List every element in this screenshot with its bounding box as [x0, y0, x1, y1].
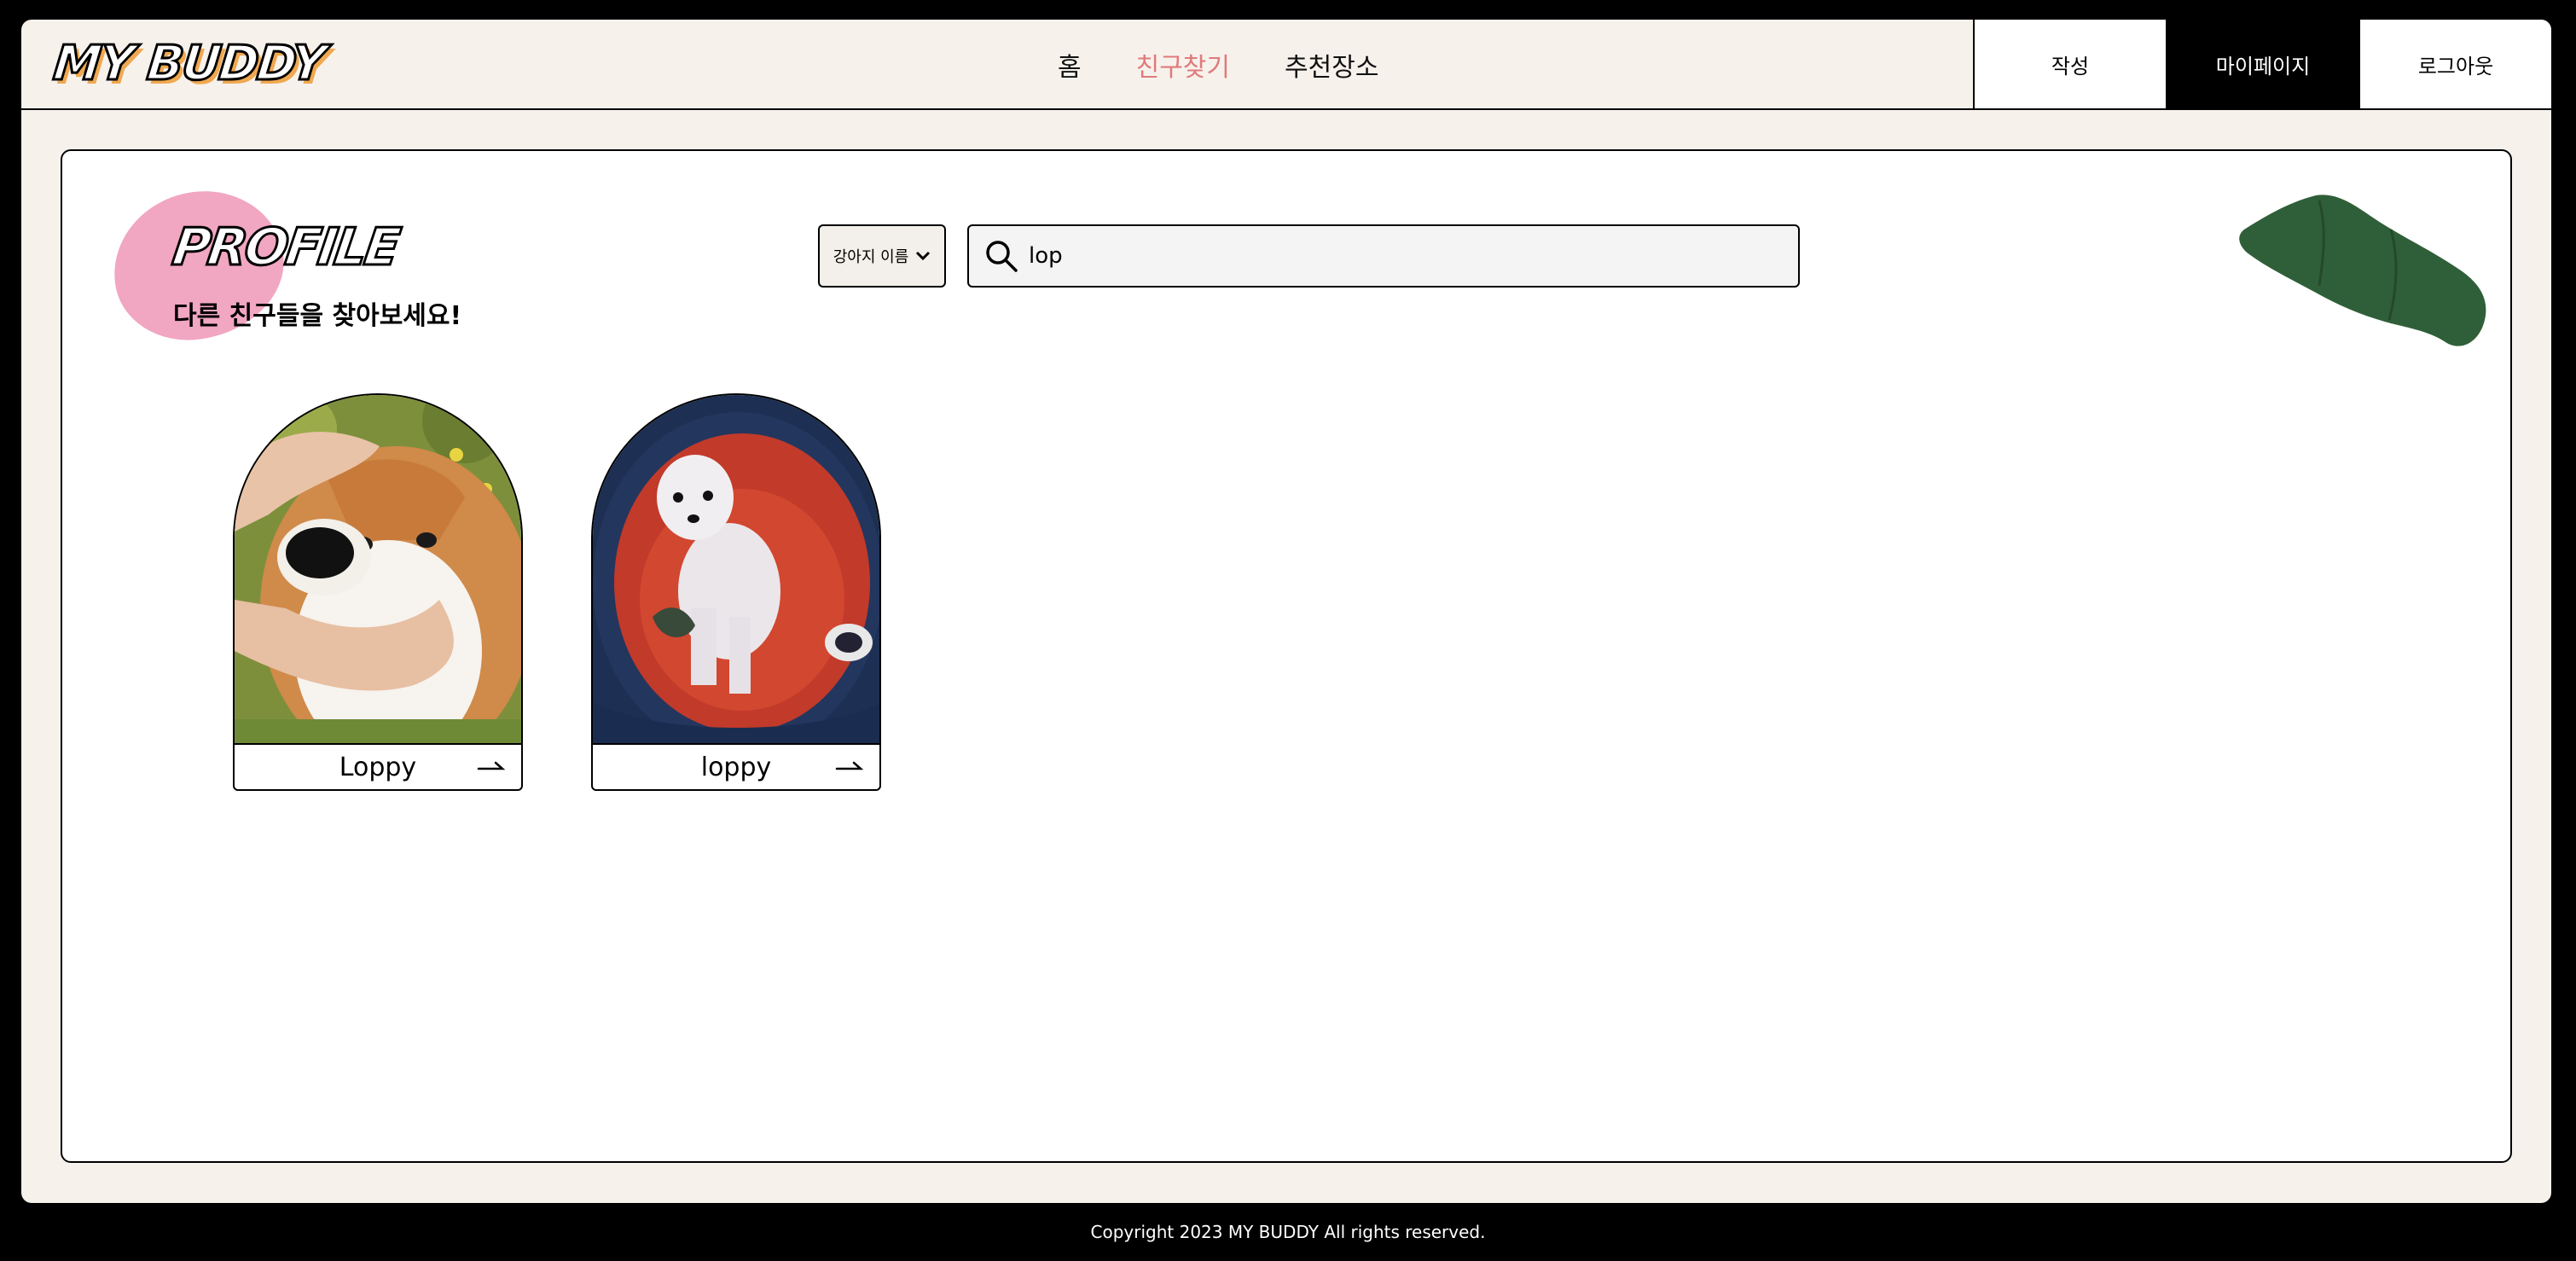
- arrow-right-icon: [835, 761, 864, 770]
- write-button[interactable]: 작성: [1973, 20, 2166, 108]
- dog-card[interactable]: loppy: [591, 393, 881, 791]
- search-icon: [986, 241, 1018, 272]
- profile-subtitle: 다른 친구들을 찾아보세요!: [173, 301, 462, 331]
- dog-photo[interactable]: [591, 393, 881, 745]
- search-filter-label: 강아지 이름: [833, 248, 909, 266]
- dog-card[interactable]: Loppy: [233, 393, 523, 791]
- profile-card: PROFILE 다른 친구들을 찾아보세요! 강아지 이름 lop Loppy …: [61, 149, 2512, 1163]
- nav-home[interactable]: 홈: [1058, 46, 1082, 84]
- search-input[interactable]: [1029, 243, 1779, 269]
- profile-title: PROFILE: [168, 217, 403, 279]
- chevron-down-icon: [916, 251, 931, 261]
- arrow-right-icon: [477, 761, 506, 770]
- header: MY BUDDY 홈 친구찾기 추천장소 작성 마이페이지 로그아웃: [21, 20, 2551, 110]
- app-frame: MY BUDDY 홈 친구찾기 추천장소 작성 마이페이지 로그아웃 PROFI…: [21, 20, 2551, 1203]
- logo[interactable]: MY BUDDY: [49, 32, 328, 96]
- mypage-button[interactable]: 마이페이지: [2166, 20, 2358, 108]
- copyright-text: Copyright 2023 MY BUDDY All rights reser…: [1090, 1222, 1486, 1242]
- green-pillow-decoration: [2239, 195, 2486, 346]
- dog-photo-image: [235, 395, 521, 745]
- main-nav: 홈 친구찾기 추천장소: [1058, 20, 1378, 110]
- dog-name: loppy: [700, 752, 772, 782]
- footer: Copyright 2023 MY BUDDY All rights reser…: [0, 1203, 2576, 1261]
- nav-recommended-places[interactable]: 추천장소: [1285, 46, 1378, 84]
- header-actions: 작성 마이페이지 로그아웃: [1973, 20, 2551, 108]
- nav-find-friends[interactable]: 친구찾기: [1136, 46, 1230, 84]
- logout-button[interactable]: 로그아웃: [2358, 20, 2551, 108]
- dog-name-button[interactable]: Loppy: [233, 743, 523, 791]
- dog-photo-image: [593, 395, 879, 745]
- dog-name-button[interactable]: loppy: [591, 743, 881, 791]
- search-filter-select[interactable]: 강아지 이름: [818, 224, 946, 288]
- dog-photo[interactable]: [233, 393, 523, 745]
- search-box: [967, 224, 1800, 288]
- dog-name: Loppy: [339, 752, 417, 782]
